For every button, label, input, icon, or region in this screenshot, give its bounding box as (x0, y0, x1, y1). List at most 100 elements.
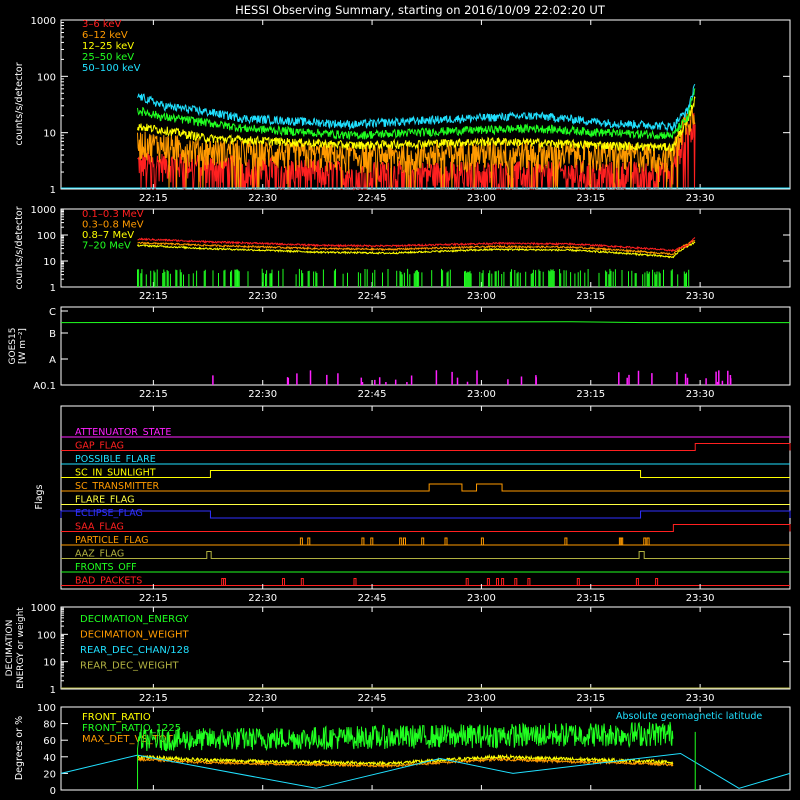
gamma-ylabel: counts/s/detector (14, 206, 25, 289)
decimation-ytick-label: 100 (37, 630, 56, 641)
gamma-ytick-label: 10 (43, 257, 56, 268)
goes-xtick-label: 22:15 (139, 389, 168, 400)
goes-flux-line (60, 321, 790, 324)
flag-line (61, 551, 790, 559)
ratio-ytick-label: 20 (43, 769, 56, 780)
ratio-ytick-label: 0 (50, 786, 56, 797)
hxr-ytick-label: 1000 (31, 16, 56, 27)
hxr-xtick-label: 22:45 (358, 193, 387, 204)
flag-label: SC_TRANSMITTER (75, 481, 160, 492)
hxr-series-line (137, 83, 696, 132)
gamma-ytick-label: 100 (37, 231, 56, 242)
flag-label: PARTICLE_FLAG (75, 535, 148, 546)
flag-label: SC_IN_SUNLIGHT (75, 468, 156, 479)
goes-panel-frame (60, 306, 791, 386)
gamma-7-20MeV-line (137, 268, 690, 287)
flags-xtick-label: 22:45 (358, 593, 387, 604)
decimation-legend-entry: REAR_DEC_WEIGHT (80, 661, 179, 672)
goes-ylabel-bottom: [W m⁻²] (18, 328, 28, 364)
hxr-legend-entry: 6–12 keV (82, 30, 128, 41)
decimation-legend-entry: DECIMATION_WEIGHT (80, 630, 189, 641)
gamma-xtick-label: 23:15 (576, 291, 605, 302)
decimation-xtick-label: 22:30 (248, 693, 277, 704)
hxr-legend-entry: 50–100 keV (82, 63, 141, 74)
flag-label: GAP_FLAG (75, 441, 124, 452)
front-ratio-1225-line (137, 721, 674, 752)
gamma-xtick-label: 22:45 (358, 291, 387, 302)
goes-ytick-label: A (49, 355, 56, 366)
gamma-legend-entry: 7–20 MeV (82, 241, 131, 252)
goes-xtick-label: 23:15 (576, 389, 605, 400)
hxr-xtick-label: 23:30 (686, 193, 715, 204)
flag-line (61, 470, 790, 478)
gamma-legend-entry: 0.8–7 MeV (82, 230, 134, 241)
flag-line (61, 483, 790, 492)
ratio-ytick-label: 100 (37, 703, 56, 714)
flag-label: ATTENUATOR_STATE (75, 427, 171, 438)
decimation-ytick-label: 1000 (31, 603, 56, 614)
flag-line (61, 537, 790, 546)
series-layer (60, 20, 791, 790)
hxr-legend-entry: 3–6 keV (82, 19, 121, 30)
hxr-xtick-label: 22:30 (248, 193, 277, 204)
gamma-legend-entry: 0.3–0.8 MeV (82, 220, 144, 231)
hxr-legend-entry: 25–50 keV (82, 52, 134, 63)
ratio-panel: Degrees or % FRONT_RATIOFRONT_RATIO_1225… (14, 703, 791, 797)
flag-line (60, 510, 791, 519)
gamma-ytick-label: 1 (50, 283, 56, 294)
observing-summary-chart: HESSI Observing Summary, starting on 201… (5, 3, 791, 797)
decimation-ytick-label: 1 (50, 685, 56, 696)
flags-panel: Flags ATTENUATOR_STATE GAP_FLAG POSSIBLE_F… (34, 405, 791, 590)
flags-ylabel: Flags (34, 484, 45, 509)
hxr-xtick-label: 23:15 (576, 193, 605, 204)
decimation-legend-entry: DECIMATION_ENERGY (80, 614, 189, 625)
time-axis-labels: 22:15 22:30 22:45 23:00 23:15 23:30 22:15 22:30… (139, 193, 715, 704)
gamma-xtick-label: 23:00 (467, 291, 496, 302)
decimation-panel: DECIMATION ENERGY or weight DECIMATION_E… (5, 603, 791, 696)
ratio-legend-entry: FRONT_RATIO_1225 (82, 723, 181, 734)
decimation-ylabel-top: DECIMATION (5, 620, 15, 677)
decimation-xtick-label: 22:15 (139, 693, 168, 704)
flag-line (61, 443, 791, 451)
decimation-xtick-label: 23:00 (467, 693, 496, 704)
decimation-ytick-label: 10 (43, 658, 56, 669)
gamma-xtick-label: 23:30 (686, 291, 715, 302)
goes-xtick-label: 22:30 (248, 389, 277, 400)
goes-ytick-label: B (49, 329, 56, 340)
decimation-xtick-label: 22:45 (358, 693, 387, 704)
gamma-ytick-label: 1000 (31, 205, 56, 216)
flags-xtick-label: 22:30 (248, 593, 277, 604)
hxr-legend-entry: 12–25 keV (82, 41, 134, 52)
hxr-ylabel: counts/s/detector (14, 62, 25, 145)
flags-xtick-label: 22:15 (139, 593, 168, 604)
decimation-ylabel-bottom: ENERGY or weight (16, 607, 26, 689)
ratio-ylabel: Degrees or % (14, 716, 25, 780)
goes-xtick-label: 22:45 (358, 389, 387, 400)
ratio-legend-entry: FRONT_RATIO (82, 712, 151, 723)
goes-xtick-label: 23:00 (467, 389, 496, 400)
flags-xtick-label: 23:15 (576, 593, 605, 604)
gamma-legend-entry: 0.1–0.3 MeV (82, 209, 144, 220)
flag-line (61, 524, 791, 532)
geomag-latitude-label: Absolute geomagnetic latitude (616, 711, 762, 722)
goes-spikes (212, 370, 732, 385)
hxr-xtick-label: 23:00 (467, 193, 496, 204)
flag-label: BAD_PACKETS (75, 576, 142, 587)
ratio-ytick-label: 40 (43, 753, 56, 764)
flag-label: SAA_FLAG (75, 522, 124, 533)
hxr-xtick-label: 22:15 (139, 193, 168, 204)
flag-label: ECLIPSE_FLAG (75, 508, 143, 519)
flag-label: POSSIBLE_FLARE (75, 454, 156, 465)
goes-xtick-label: 23:30 (686, 389, 715, 400)
hxr-ytick-label: 10 (43, 129, 56, 140)
hxr-ytick-label: 1 (50, 185, 56, 196)
ratio-ytick-label: 80 (43, 720, 56, 731)
flags-xtick-label: 23:00 (467, 593, 496, 604)
gamma-xtick-label: 22:15 (139, 291, 168, 302)
chart-title: HESSI Observing Summary, starting on 201… (235, 3, 606, 17)
flag-label: FLARE_FLAG (75, 495, 135, 506)
goes-ytick-label: A0.1 (33, 381, 56, 392)
decimation-legend-entry: REAR_DEC_CHAN/128 (80, 645, 189, 656)
flags-xtick-label: 23:30 (686, 593, 715, 604)
flag-line (61, 578, 790, 586)
